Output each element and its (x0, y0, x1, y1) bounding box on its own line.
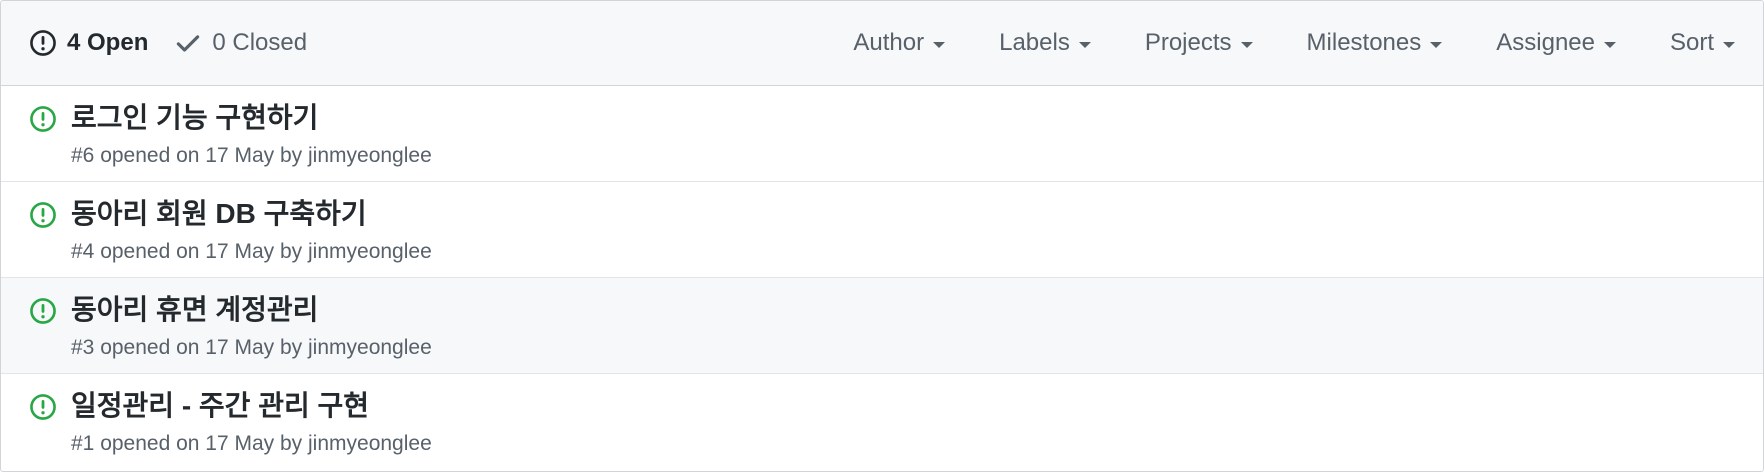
issue-content: 일정관리 - 주간 관리 구현 #1 opened on 17 May by j… (71, 388, 432, 458)
issues-list-header: 4 Open 0 Closed Author Labels Projects M… (1, 1, 1763, 86)
issue-author-link[interactable]: jinmyeonglee (308, 240, 432, 263)
projects-filter-label: Projects (1144, 29, 1232, 56)
issue-title-link[interactable]: 동아리 휴면 계정관리 (71, 292, 432, 328)
issue-row[interactable]: 로그인 기능 구현하기 #6 opened on 17 May by jinmy… (1, 86, 1763, 182)
issue-number-opened: #3 opened on 17 May by (71, 336, 309, 359)
issue-row[interactable]: 동아리 회원 DB 구축하기 #4 opened on 17 May by ji… (1, 182, 1763, 278)
filter-bar: Author Labels Projects Milestones Assign… (853, 29, 1735, 57)
triangle-down-icon (1078, 41, 1091, 48)
sort-filter-label: Sort (1669, 29, 1714, 56)
issue-content: 동아리 휴면 계정관리 #3 opened on 17 May by jinmy… (71, 292, 432, 362)
issue-number-opened: #4 opened on 17 May by (71, 240, 309, 263)
issue-opened-icon (29, 297, 57, 325)
issue-row[interactable]: 일정관리 - 주간 관리 구현 #1 opened on 17 May by j… (1, 374, 1763, 470)
projects-filter[interactable]: Projects (1145, 29, 1253, 57)
triangle-down-icon (1603, 41, 1616, 48)
issue-content: 로그인 기능 구현하기 #6 opened on 17 May by jinmy… (71, 100, 432, 170)
issue-meta: #6 opened on 17 May by jinmyeonglee (71, 142, 432, 170)
issue-content: 동아리 회원 DB 구축하기 #4 opened on 17 May by ji… (71, 196, 432, 266)
issue-author-link[interactable]: jinmyeonglee (308, 336, 432, 359)
assignee-filter-label: Assignee (1496, 29, 1595, 56)
assignee-filter[interactable]: Assignee (1496, 29, 1616, 57)
triangle-down-icon (1240, 41, 1253, 48)
issue-opened-icon (29, 393, 57, 421)
issue-author-link[interactable]: jinmyeonglee (308, 144, 432, 167)
issue-meta: #4 opened on 17 May by jinmyeonglee (71, 238, 432, 266)
milestones-filter-label: Milestones (1306, 29, 1422, 56)
issue-number-opened: #6 opened on 17 May by (71, 144, 309, 167)
triangle-down-icon (1723, 41, 1735, 48)
closed-issues-toggle[interactable]: 0 Closed (174, 29, 307, 57)
closed-issues-label: 0 Closed (212, 29, 308, 56)
issues-list-box: 4 Open 0 Closed Author Labels Projects M… (0, 0, 1764, 472)
issue-opened-icon (29, 201, 57, 229)
issue-opened-icon (29, 29, 57, 57)
milestones-filter[interactable]: Milestones (1307, 29, 1443, 57)
issue-meta: #3 opened on 17 May by jinmyeonglee (71, 334, 432, 362)
triangle-down-icon (1430, 41, 1443, 48)
open-issues-label: 4 Open (67, 29, 149, 56)
issue-opened-icon (29, 105, 57, 133)
issue-row[interactable]: 동아리 휴면 계정관리 #3 opened on 17 May by jinmy… (1, 278, 1763, 374)
author-filter[interactable]: Author (853, 29, 946, 57)
labels-filter-label: Labels (999, 29, 1070, 56)
issue-author-link[interactable]: jinmyeonglee (308, 432, 432, 455)
author-filter-label: Author (853, 29, 925, 56)
labels-filter[interactable]: Labels (999, 29, 1091, 57)
issue-number-opened: #1 opened on 17 May by (71, 432, 309, 455)
triangle-down-icon (933, 41, 946, 48)
issue-title-link[interactable]: 동아리 회원 DB 구축하기 (71, 196, 432, 232)
check-icon (174, 29, 202, 57)
issue-meta: #1 opened on 17 May by jinmyeonglee (71, 430, 432, 458)
open-issues-toggle[interactable]: 4 Open (29, 29, 148, 57)
sort-filter[interactable]: Sort (1670, 29, 1735, 57)
issue-title-link[interactable]: 일정관리 - 주간 관리 구현 (71, 388, 432, 424)
issue-title-link[interactable]: 로그인 기능 구현하기 (71, 100, 432, 136)
